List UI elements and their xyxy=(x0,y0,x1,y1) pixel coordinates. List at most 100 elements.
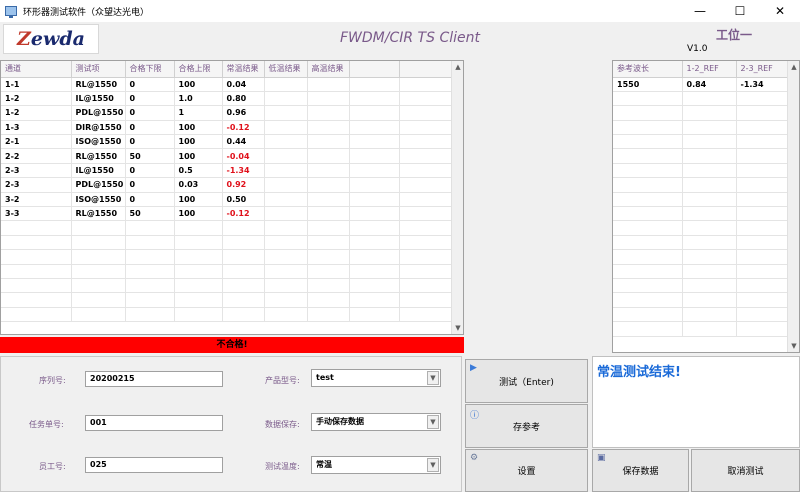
table-row[interactable] xyxy=(613,249,789,265)
cell-high-result[interactable] xyxy=(307,206,350,222)
cell-upper-limit[interactable]: 100 xyxy=(174,134,223,150)
cell-room-result[interactable]: 0.96 xyxy=(222,105,265,121)
cell-lower-limit[interactable]: 50 xyxy=(125,148,175,164)
cell-test-item[interactable] xyxy=(71,235,126,251)
reference-scrollbar[interactable]: ▲ ▼ xyxy=(787,61,799,352)
cell-ref-wavelength[interactable] xyxy=(613,163,683,179)
cell-upper-limit[interactable]: 100 xyxy=(174,192,223,208)
cell-ref-1-2[interactable] xyxy=(682,307,737,323)
cell-empty[interactable] xyxy=(349,120,400,136)
cell-ref-wavelength[interactable] xyxy=(613,292,683,308)
col-header-ref-1-2[interactable]: 1-2_REF xyxy=(682,61,737,78)
cell-low-result[interactable] xyxy=(264,307,308,323)
cell-room-result[interactable] xyxy=(222,278,265,294)
col-header-channel[interactable]: 通道 xyxy=(1,61,72,78)
close-button[interactable]: ✕ xyxy=(760,0,800,22)
cell-ref-2-3[interactable] xyxy=(736,163,789,179)
cell-empty[interactable] xyxy=(399,91,452,107)
cell-ref-2-3[interactable] xyxy=(736,220,789,236)
cell-low-result[interactable] xyxy=(264,148,308,164)
table-row[interactable] xyxy=(1,307,452,323)
cell-low-result[interactable] xyxy=(264,177,308,193)
cell-low-result[interactable] xyxy=(264,134,308,150)
table-row[interactable]: 3-2 ISO@1550 0 100 0.50 xyxy=(1,192,452,208)
cell-lower-limit[interactable]: 0 xyxy=(125,105,175,121)
cell-empty[interactable] xyxy=(399,77,452,92)
table-row[interactable] xyxy=(613,91,789,107)
cell-ref-wavelength[interactable] xyxy=(613,321,683,337)
table-row[interactable]: 2-3 IL@1550 0 0.5 -1.34 xyxy=(1,163,452,179)
cell-channel[interactable] xyxy=(1,235,72,251)
cell-room-result[interactable]: 0.04 xyxy=(222,77,265,92)
col-header-test-item[interactable]: 测试项 xyxy=(71,61,126,78)
cell-empty[interactable] xyxy=(399,177,452,193)
cell-upper-limit[interactable] xyxy=(174,249,223,265)
cell-low-result[interactable] xyxy=(264,77,308,92)
cell-low-result[interactable] xyxy=(264,220,308,236)
cell-empty[interactable] xyxy=(349,235,400,251)
cell-empty[interactable] xyxy=(399,307,452,323)
cell-ref-2-3[interactable] xyxy=(736,91,789,107)
cell-high-result[interactable] xyxy=(307,148,350,164)
cell-lower-limit[interactable]: 0 xyxy=(125,91,175,107)
settings-button[interactable]: ⚙ 设置 xyxy=(465,449,588,492)
cell-high-result[interactable] xyxy=(307,278,350,294)
cell-upper-limit[interactable]: 100 xyxy=(174,77,223,92)
cell-ref-1-2[interactable] xyxy=(682,120,737,136)
cell-ref-1-2[interactable] xyxy=(682,264,737,279)
cell-ref-2-3[interactable] xyxy=(736,206,789,222)
col-header-room-temp[interactable]: 常温结果 xyxy=(222,61,265,78)
cell-channel[interactable]: 1-2 xyxy=(1,91,72,107)
cell-test-item[interactable]: ISO@1550 xyxy=(71,192,126,208)
table-row[interactable]: 2-2 RL@1550 50 100 -0.04 xyxy=(1,148,452,164)
cell-lower-limit[interactable] xyxy=(125,292,175,308)
cell-room-result[interactable] xyxy=(222,292,265,308)
cell-room-result[interactable]: -0.12 xyxy=(222,120,265,136)
cell-room-result[interactable]: 0.80 xyxy=(222,91,265,107)
cell-high-result[interactable] xyxy=(307,105,350,121)
cell-lower-limit[interactable] xyxy=(125,249,175,265)
cell-ref-1-2[interactable] xyxy=(682,134,737,150)
scroll-down-arrow-icon[interactable]: ▼ xyxy=(788,340,799,352)
table-row[interactable] xyxy=(613,206,789,222)
cell-ref-wavelength[interactable] xyxy=(613,134,683,150)
table-row[interactable] xyxy=(613,192,789,208)
table-row[interactable]: 3-3 RL@1550 50 100 -0.12 xyxy=(1,206,452,222)
scroll-up-arrow-icon[interactable]: ▲ xyxy=(788,61,799,73)
cell-channel[interactable]: 2-2 xyxy=(1,148,72,164)
cell-channel[interactable] xyxy=(1,264,72,279)
col-header-ref-2-3[interactable]: 2-3_REF xyxy=(736,61,789,78)
col-header-ref-wavelength[interactable]: 参考波长 xyxy=(613,61,683,78)
reference-table[interactable]: 参考波长 1-2_REF 2-3_REF 1550 0.84 -1.34 ▲ ▼ xyxy=(612,60,800,353)
cell-lower-limit[interactable]: 0 xyxy=(125,192,175,208)
cell-test-item[interactable]: IL@1550 xyxy=(71,163,126,179)
cell-ref-1-2[interactable] xyxy=(682,163,737,179)
cell-room-result[interactable]: 0.50 xyxy=(222,192,265,208)
cell-low-result[interactable] xyxy=(264,235,308,251)
cell-high-result[interactable] xyxy=(307,192,350,208)
table-row[interactable] xyxy=(613,278,789,294)
cell-empty[interactable] xyxy=(349,192,400,208)
table-row[interactable] xyxy=(613,264,789,279)
table-row[interactable]: 1-3 DIR@1550 0 100 -0.12 xyxy=(1,120,452,136)
cell-high-result[interactable] xyxy=(307,134,350,150)
save-data-button[interactable]: ▣ 保存数据 xyxy=(592,449,689,492)
cell-ref-1-2[interactable] xyxy=(682,105,737,121)
cell-high-result[interactable] xyxy=(307,307,350,323)
cell-empty[interactable] xyxy=(349,249,400,265)
cell-lower-limit[interactable]: 50 xyxy=(125,206,175,222)
cell-ref-wavelength[interactable] xyxy=(613,177,683,193)
cell-ref-2-3[interactable] xyxy=(736,134,789,150)
cell-ref-2-3[interactable] xyxy=(736,148,789,164)
cell-ref-1-2[interactable] xyxy=(682,292,737,308)
cell-channel[interactable]: 1-1 xyxy=(1,77,72,92)
results-scrollbar[interactable]: ▲ ▼ xyxy=(451,61,463,334)
temperature-select[interactable]: 常温 ▼ xyxy=(311,456,441,474)
table-row[interactable] xyxy=(613,220,789,236)
table-row[interactable] xyxy=(613,134,789,150)
cell-ref-wavelength[interactable]: 1550 xyxy=(613,77,683,92)
cell-empty[interactable] xyxy=(349,307,400,323)
cell-room-result[interactable] xyxy=(222,264,265,279)
table-row[interactable]: 1-2 IL@1550 0 1.0 0.80 xyxy=(1,91,452,107)
cell-lower-limit[interactable] xyxy=(125,278,175,294)
